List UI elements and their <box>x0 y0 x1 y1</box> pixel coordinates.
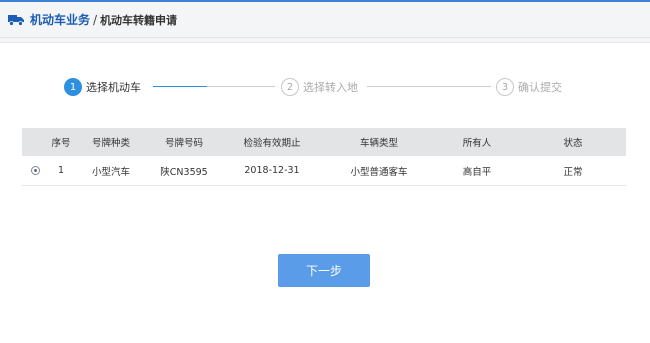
col-index: 序号 <box>48 128 74 156</box>
cell-owner: 高自平 <box>434 156 520 186</box>
col-owner: 所有人 <box>434 128 520 156</box>
step-3-number: 3 <box>496 78 514 96</box>
page-title: 机动车转籍申请 <box>100 13 178 27</box>
cell-status: 正常 <box>520 156 626 186</box>
step-1: 1 选择机动车 <box>64 77 141 97</box>
step-2-label: 选择转入地 <box>303 81 358 94</box>
table-row[interactable]: 1 小型汽车 陕CN3595 2018-12-31 小型普通客车 高自平 正常 <box>22 156 626 186</box>
truck-icon <box>8 14 24 26</box>
col-plate-number: 号牌号码 <box>148 128 220 156</box>
vehicle-table: 序号 号牌种类 号牌号码 检验有效期止 车辆类型 所有人 状态 1 小型汽车 陕… <box>22 128 626 186</box>
step-3-label: 确认提交 <box>518 81 562 94</box>
breadcrumb: 机动车业务 / 机动车转籍申请 <box>0 2 650 38</box>
step-3: 3 确认提交 <box>496 77 562 97</box>
cell-plate-type: 小型汽车 <box>74 156 148 186</box>
step-2: 2 选择转入地 <box>281 77 358 97</box>
col-plate-type: 号牌种类 <box>74 128 148 156</box>
next-step-button[interactable]: 下一步 <box>278 254 370 287</box>
step-1-label: 选择机动车 <box>86 81 141 94</box>
main-panel: 1 选择机动车 2 选择转入地 3 确认提交 序号 号牌种类 号牌号码 检验有效… <box>0 42 650 343</box>
cell-plate-number: 陕CN3595 <box>148 156 220 186</box>
col-inspection-expiry: 检验有效期止 <box>220 128 324 156</box>
col-vehicle-type: 车辆类型 <box>324 128 434 156</box>
step-line-progress <box>153 86 207 87</box>
table-header-row: 序号 号牌种类 号牌号码 检验有效期止 车辆类型 所有人 状态 <box>22 128 626 156</box>
step-2-number: 2 <box>281 78 299 96</box>
col-status: 状态 <box>520 128 626 156</box>
cell-vehicle-type: 小型普通客车 <box>324 156 434 186</box>
row-select-radio[interactable] <box>30 166 40 175</box>
breadcrumb-section[interactable]: 机动车业务 <box>30 11 90 28</box>
step-line-2-3 <box>367 86 491 87</box>
step-1-number: 1 <box>64 78 82 96</box>
step-line-1-2 <box>207 86 275 87</box>
cell-inspection-expiry: 2018-12-31 <box>220 156 324 186</box>
breadcrumb-separator: / <box>93 12 98 27</box>
cell-index: 1 <box>48 156 74 186</box>
col-select <box>22 128 48 156</box>
